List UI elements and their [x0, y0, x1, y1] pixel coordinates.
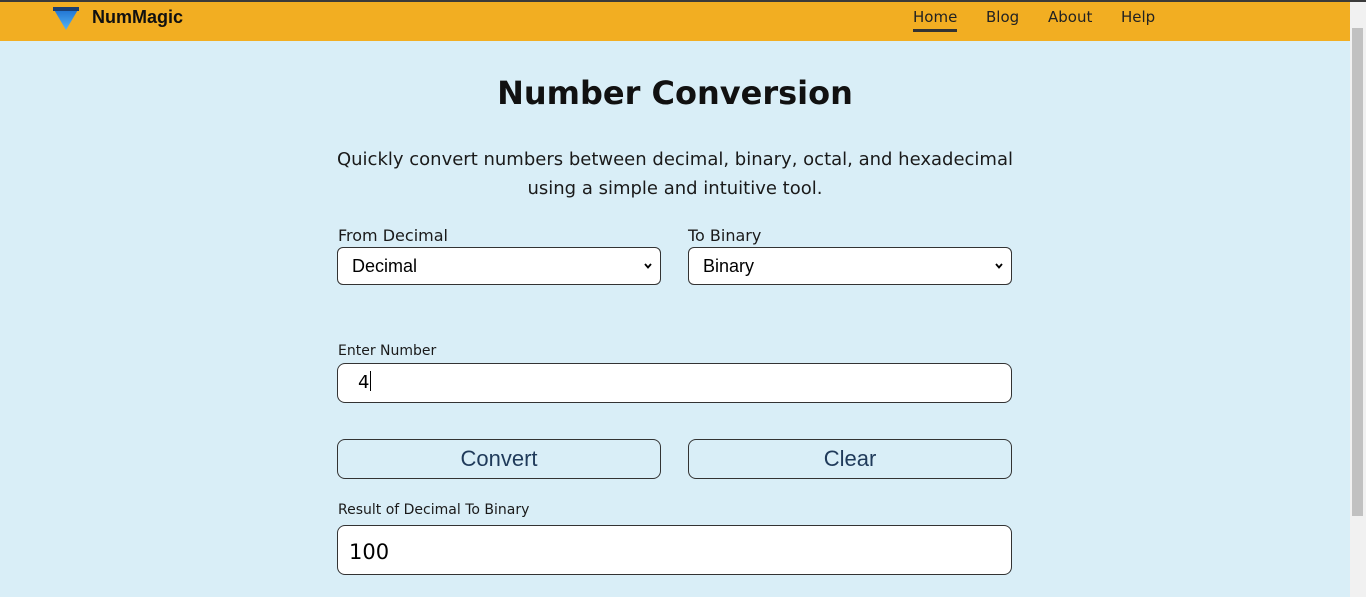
from-select-value: Decimal	[352, 256, 418, 276]
main-content: Number Conversion Quickly convert number…	[0, 41, 1350, 597]
nav-home[interactable]: Home	[913, 8, 958, 32]
from-label: From Decimal	[338, 226, 448, 245]
navbar: NumMagic Home Blog About Help	[0, 2, 1350, 41]
number-input[interactable]: 4	[337, 363, 1012, 403]
brand-name[interactable]: NumMagic	[92, 7, 183, 28]
result-value: 100	[349, 540, 390, 564]
to-select[interactable]: Binary	[688, 247, 1012, 285]
nav-blog[interactable]: Blog	[986, 8, 1019, 26]
nav-help[interactable]: Help	[1121, 8, 1155, 26]
inverted-triangle-logo-icon[interactable]	[52, 5, 80, 31]
chevron-down-icon	[644, 263, 652, 269]
page-description: Quickly convert numbers between decimal,…	[336, 149, 1013, 199]
result-label: Result of Decimal To Binary	[338, 502, 530, 518]
chevron-down-icon	[995, 263, 1003, 269]
scrollbar-thumb[interactable]	[1352, 28, 1363, 516]
nav-about[interactable]: About	[1048, 8, 1092, 26]
vertical-scrollbar[interactable]	[1350, 2, 1366, 597]
result-field[interactable]: 100	[337, 525, 1012, 575]
number-input-label: Enter Number	[338, 343, 437, 359]
from-select[interactable]: Decimal	[337, 247, 661, 285]
page-title: Number Conversion	[497, 74, 853, 112]
text-caret	[370, 371, 372, 391]
to-select-value: Binary	[703, 256, 755, 276]
number-input-value: 4	[358, 372, 370, 393]
to-label: To Binary	[688, 226, 762, 245]
convert-button[interactable]: Convert	[337, 439, 661, 479]
clear-button[interactable]: Clear	[688, 439, 1012, 479]
